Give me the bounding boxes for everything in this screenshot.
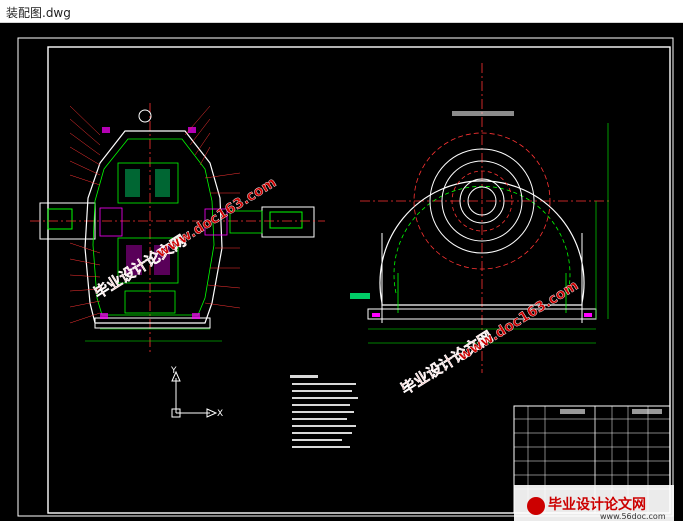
cad-drawing-canvas[interactable]: 毕业设计论文网 www.doc163.com 毕业设计论文网 www.doc16… (0, 23, 683, 521)
ucs-x-label: X (217, 409, 223, 419)
side-view (350, 63, 610, 373)
watermarks: 毕业设计论文网 www.doc163.com 毕业设计论文网 www.doc16… (90, 174, 674, 521)
side-view-caption-mark (452, 111, 514, 116)
watermark-url-2: www.doc163.com (456, 278, 582, 365)
inner-frame (47, 46, 671, 514)
ucs-y-label: Y (170, 366, 177, 376)
cad-drawing: 毕业设计论文网 www.doc163.com 毕业设计论文网 www.doc16… (17, 37, 674, 521)
footer-watermark-cn: 毕业设计论文网 (548, 496, 646, 513)
footer-watermark-url: www.56doc.com (600, 512, 666, 521)
ucs-icon (171, 370, 218, 418)
window-titlebar: 装配图.dwg (0, 0, 683, 23)
technical-notes (290, 375, 358, 448)
sectional-view (30, 103, 325, 353)
window-title: 装配图.dwg (6, 6, 71, 20)
